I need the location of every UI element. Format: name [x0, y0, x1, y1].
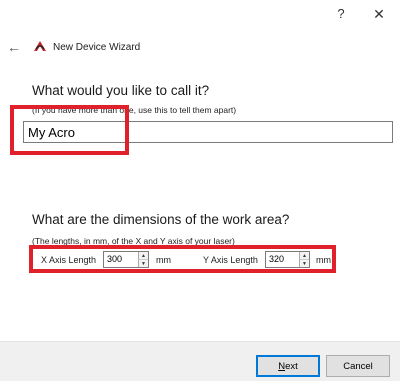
name-question-heading: What would you like to call it?	[32, 83, 210, 98]
next-button[interactable]: Next	[256, 355, 320, 377]
wizard-title: New Device Wizard	[53, 42, 141, 53]
next-button-label: ext	[285, 360, 298, 372]
next-button-mnemonic: N	[278, 360, 286, 372]
back-arrow-icon[interactable]: ←	[6, 39, 22, 55]
y-axis-unit: mm	[316, 255, 331, 265]
y-axis-spin-arrows[interactable]: ▲ ▼	[299, 252, 309, 267]
cancel-button[interactable]: Cancel	[326, 355, 390, 377]
spin-down-icon[interactable]: ▼	[139, 259, 148, 267]
spin-up-icon[interactable]: ▲	[139, 252, 148, 259]
x-axis-spin-arrows[interactable]: ▲ ▼	[138, 252, 148, 267]
name-hint: (If you have more than one, use this to …	[32, 105, 237, 115]
x-axis-length-spinbox[interactable]: 300 ▲ ▼	[103, 251, 149, 268]
wizard-footer: Next Cancel	[0, 341, 400, 381]
y-axis-length-label: Y Axis Length	[203, 255, 258, 265]
help-button[interactable]: ?	[331, 6, 351, 21]
device-name-input[interactable]	[23, 121, 393, 143]
x-axis-unit: mm	[156, 255, 171, 265]
spin-down-icon[interactable]: ▼	[300, 259, 309, 267]
app-logo-icon	[34, 41, 46, 51]
y-axis-length-value[interactable]: 320	[266, 252, 299, 267]
dimensions-question-heading: What are the dimensions of the work area…	[32, 212, 290, 227]
close-button[interactable]: ✕	[369, 6, 389, 23]
spin-up-icon[interactable]: ▲	[300, 252, 309, 259]
x-axis-length-value[interactable]: 300	[104, 252, 138, 267]
x-axis-length-label: X Axis Length	[41, 255, 97, 265]
dimensions-hint: (The lengths, in mm, of the X and Y axis…	[32, 236, 235, 246]
y-axis-length-spinbox[interactable]: 320 ▲ ▼	[265, 251, 310, 268]
